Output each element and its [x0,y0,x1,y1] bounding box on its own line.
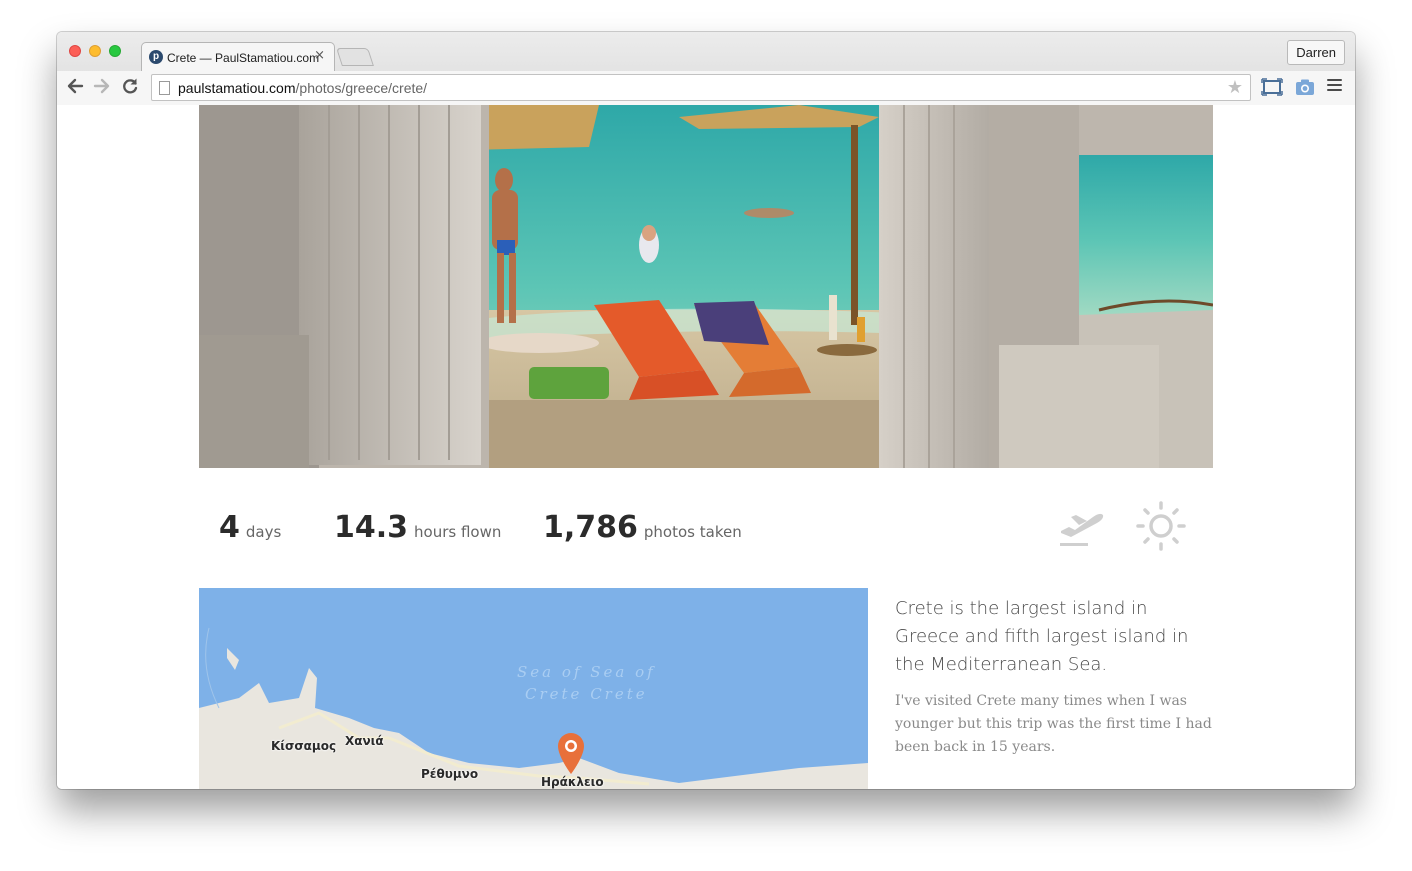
url-text[interactable]: paulstamatiou.com/photos/greece/crete/ [178,80,427,96]
browser-window: p Crete — PaulStamatiou.com × Darren pau… [57,32,1355,789]
screenshot-extension-icon[interactable] [1261,76,1283,98]
tab-strip: p Crete — PaulStamatiou.com × Darren [57,32,1355,71]
stat-value: 1,786 [543,510,638,545]
profile-button[interactable]: Darren [1287,40,1345,65]
browser-chrome: p Crete — PaulStamatiou.com × Darren pau… [57,32,1355,105]
map-place-label: Χανιά [345,734,384,748]
address-bar[interactable]: paulstamatiou.com/photos/greece/crete/ ★ [151,74,1251,101]
airplane-takeoff-icon [1057,503,1107,549]
stat-hours-flown: 14.3 hours flown [334,510,501,545]
map-pin-icon[interactable] [556,731,586,775]
sea-label: Crete Crete [525,685,648,703]
new-tab-button[interactable] [336,48,374,66]
url-host: paulstamatiou.com [178,80,296,96]
tab-crete[interactable]: p Crete — PaulStamatiou.com × [141,42,335,71]
zoom-window-button[interactable] [109,45,121,57]
sun-icon [1135,500,1187,552]
stat-value: 14.3 [334,510,409,545]
map-place-label: Ηράκλειο [541,775,604,789]
back-arrow-icon[interactable] [64,75,86,97]
close-window-button[interactable] [69,45,81,57]
camera-extension-icon[interactable] [1294,76,1316,98]
page-icon [159,81,170,95]
forward-arrow-icon[interactable] [91,75,113,97]
tab-title: Crete — PaulStamatiou.com [167,51,320,65]
crete-map[interactable]: Sea of Sea of Crete Crete Κίσσαμος Χανιά… [199,588,868,789]
bookmark-star-icon[interactable]: ★ [1227,77,1243,98]
stat-days: 4 days [219,510,281,545]
map-place-label: Κίσσαμος [271,739,337,753]
stat-value: 4 [219,510,240,545]
sea-label: Sea of Sea of [517,663,656,681]
intro-text: Crete is the largest island in Greece an… [895,598,1189,675]
stat-label: hours flown [414,523,502,541]
reload-icon[interactable] [119,75,141,97]
favicon-icon: p [149,50,163,64]
stat-label: photos taken [643,523,742,541]
page-viewport: 4 days 14.3 hours flown 1,786 photos taken [57,105,1355,789]
body-text: I've visited Crete many times when I was… [895,693,1212,755]
map-place-label: Ρέθυμνο [421,767,479,781]
stat-photos-taken: 1,786 photos taken [543,510,742,545]
toolbar: paulstamatiou.com/photos/greece/crete/ ★ [57,71,1355,105]
url-path: /photos/greece/crete/ [295,80,428,96]
menu-icon[interactable] [1327,79,1342,93]
stat-label: days [245,523,282,541]
tab-close-icon[interactable]: × [314,48,325,63]
minimize-window-button[interactable] [89,45,101,57]
hero-photo [199,105,1213,468]
